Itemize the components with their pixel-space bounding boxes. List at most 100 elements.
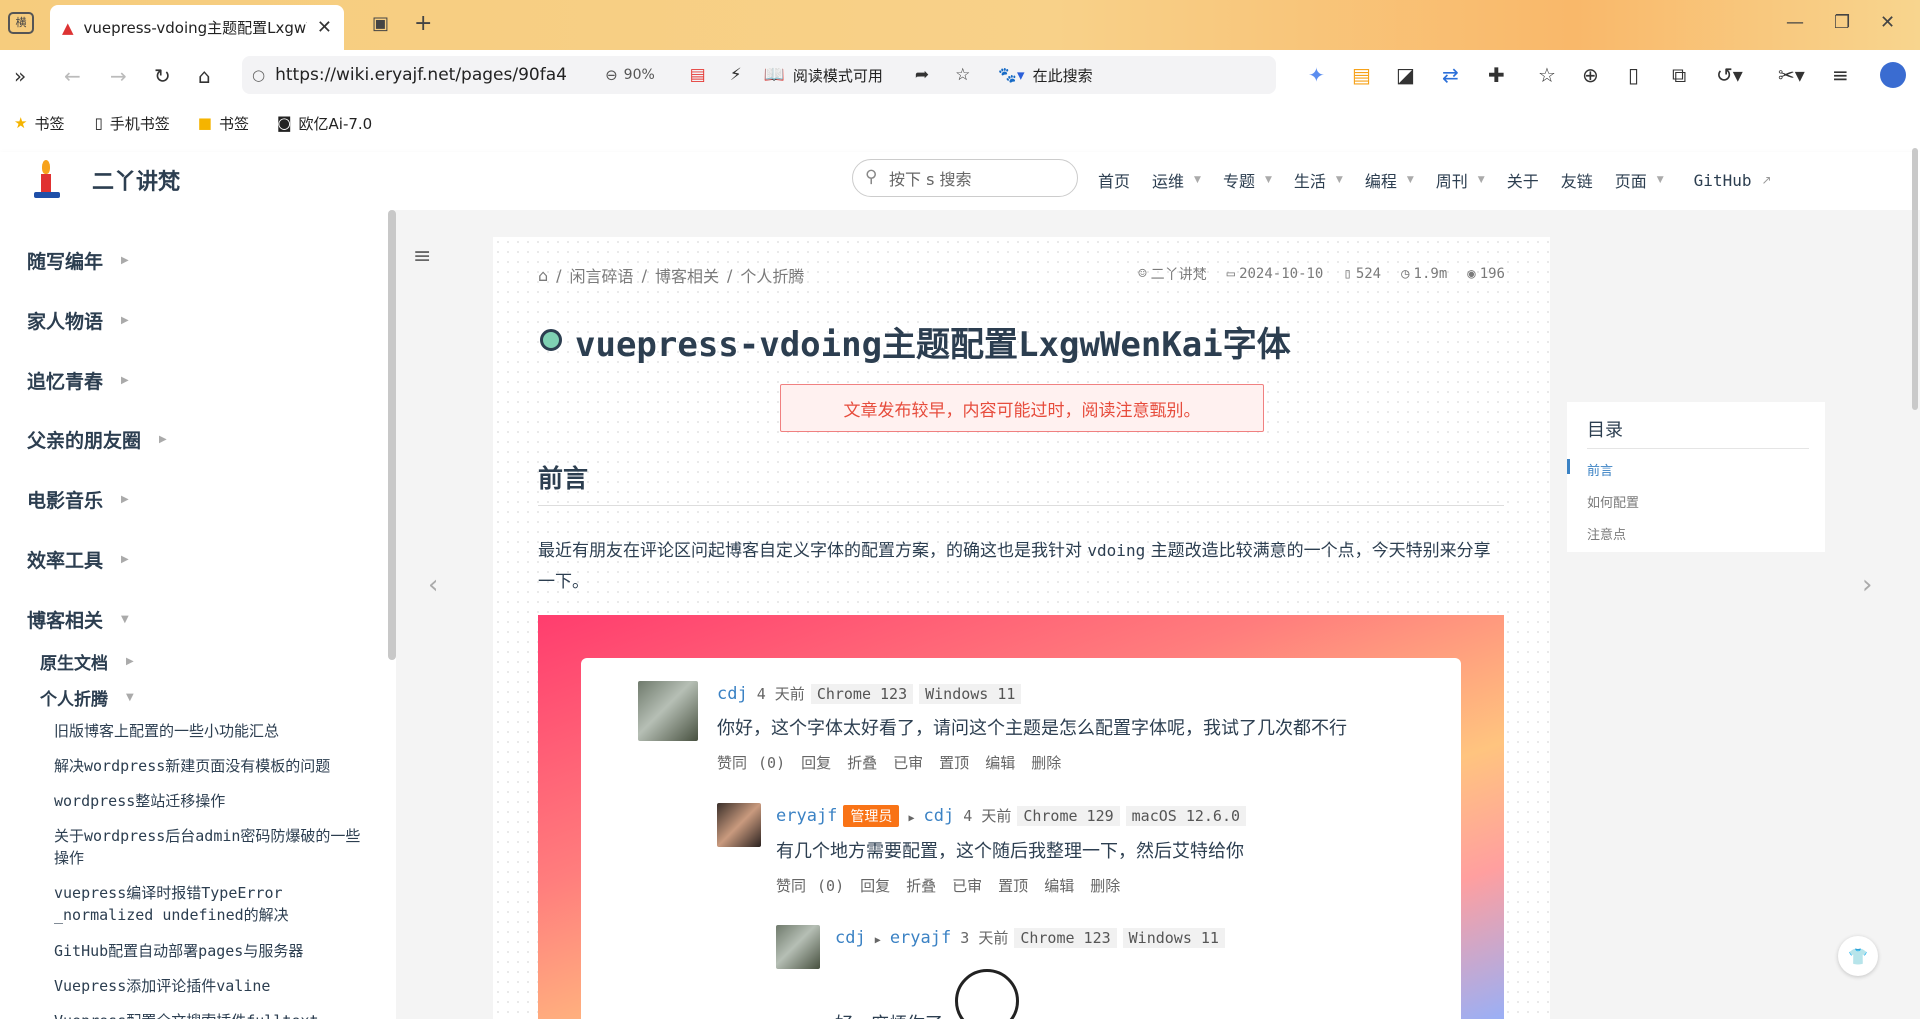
comment-user[interactable]: eryajf	[776, 806, 837, 826]
ai-assistant-icon[interactable]: ✦	[1308, 65, 1325, 85]
reply-action[interactable]: 回复	[860, 877, 890, 895]
minimize-icon[interactable]: —	[1786, 12, 1804, 33]
approved-action[interactable]: 已审	[893, 754, 923, 772]
sidebar-link[interactable]: 旧版博客上配置的一些小功能汇总	[54, 720, 374, 742]
sidebar-link[interactable]: Vuepress配置全文搜索插件fulltext	[54, 1010, 374, 1019]
edit-action[interactable]: 编辑	[985, 754, 1015, 772]
nav-home[interactable]: 首页	[1098, 168, 1130, 192]
browser-tab[interactable]: ▲ vuepress-vdoing主题配置LxgwWenKai字体 ✕	[50, 5, 344, 50]
sidebar-link[interactable]: 关于wordpress后台admin密码防爆破的一些操作	[54, 825, 374, 869]
home-icon[interactable]: ⌂	[198, 66, 211, 86]
sidebar-link[interactable]: 解决wordpress新建页面没有模板的问题	[54, 755, 374, 777]
theme-tshirt-icon[interactable]: 👕	[1838, 936, 1878, 976]
nav-friends[interactable]: 友链	[1561, 168, 1593, 192]
comment-user[interactable]: cdj	[835, 928, 866, 948]
pin-action[interactable]: 置顶	[939, 754, 969, 772]
menu-icon[interactable]: ≡	[1832, 65, 1849, 85]
author[interactable]: ☺ 二丫讲梵	[1138, 264, 1206, 284]
back-icon[interactable]: ←	[64, 66, 81, 86]
bookmark-item[interactable]: ★ 书签	[14, 113, 64, 134]
sidebar-group[interactable]: 效率工具 ▶	[27, 546, 129, 573]
sidebar-subgroup-active[interactable]: 个人折腾 ▼	[40, 685, 134, 710]
toc-item[interactable]: 如何配置	[1587, 492, 1639, 511]
tab-close-icon[interactable]: ✕	[317, 17, 332, 38]
approved-action[interactable]: 已审	[952, 877, 982, 895]
restore-icon[interactable]: ❐	[1834, 12, 1850, 33]
browser-search-input[interactable]: 在此搜索	[1033, 65, 1093, 86]
nav-topics[interactable]: 专题 ▼	[1223, 168, 1272, 192]
sidebar-group[interactable]: 追忆青春 ▶	[27, 367, 129, 394]
delete-action[interactable]: 删除	[1031, 754, 1061, 772]
more-double-chevron-icon[interactable]: »	[14, 66, 26, 86]
site-logo-candle-icon[interactable]	[32, 160, 60, 200]
delete-action[interactable]: 删除	[1090, 877, 1120, 895]
nav-about[interactable]: 关于	[1507, 168, 1539, 192]
bookmark-item[interactable]: ◙ 欧亿Ai-7.0	[277, 113, 372, 134]
sidebar-group-blog[interactable]: 博客相关 ▼	[27, 606, 129, 633]
profile-avatar-icon[interactable]	[1880, 62, 1906, 88]
bookmark-item[interactable]: ■ 书签	[198, 113, 249, 134]
forward-icon[interactable]: →	[110, 66, 127, 86]
translate-icon[interactable]: ⇄	[1442, 65, 1459, 85]
sidebar-group[interactable]: 随写编年 ▶	[27, 247, 129, 274]
toc-item[interactable]: 注意点	[1587, 524, 1626, 543]
toc-item-active[interactable]: 前言	[1587, 460, 1613, 479]
cut-icon[interactable]: ✂▾	[1778, 65, 1805, 85]
downloads-icon[interactable]: ⊕	[1582, 65, 1599, 85]
zoom-icon[interactable]: ⊖	[605, 66, 618, 84]
address-bar[interactable]: ○ https://wiki.eryajf.net/pages/90fa4 ⊖ …	[242, 56, 1276, 94]
search-engine-icon[interactable]: 🐾▾	[998, 66, 1024, 84]
nav-pages[interactable]: 页面 ▼	[1615, 168, 1664, 192]
lightning-icon[interactable]: ⚡	[730, 65, 742, 85]
sidebar-link[interactable]: Vuepress添加评论插件valine	[54, 975, 374, 997]
share-icon[interactable]: ➦	[915, 65, 929, 85]
site-search-input[interactable]: ⚲ 按下 s 搜索	[852, 159, 1078, 197]
breadcrumb-item[interactable]: 个人折腾	[740, 263, 804, 287]
bookmark-item[interactable]: ▯ 手机书签	[94, 113, 169, 134]
tabs-icon[interactable]: ⧉	[1672, 65, 1686, 85]
nav-weekly[interactable]: 周刊 ▼	[1436, 168, 1485, 192]
favorites-icon[interactable]: ☆	[1538, 65, 1556, 85]
favorite-add-icon[interactable]: ☆	[955, 65, 970, 85]
next-page-icon[interactable]: ›	[1862, 570, 1872, 600]
site-title[interactable]: 二丫讲梵	[92, 164, 180, 196]
collection-icon[interactable]: ▤	[1352, 65, 1371, 85]
tab-group-icon[interactable]: ▣	[372, 13, 389, 34]
home-icon[interactable]: ⌂	[538, 266, 548, 285]
collapse-action[interactable]: 折叠	[906, 877, 936, 895]
screenshot-tool-icon[interactable]: ◪	[1396, 65, 1415, 85]
reload-icon[interactable]: ↻	[154, 66, 171, 86]
sidebar-group[interactable]: 电影音乐 ▶	[27, 486, 129, 513]
window-close-icon[interactable]: ✕	[1880, 12, 1895, 33]
sidebar-subgroup[interactable]: 原生文档 ▶	[40, 649, 134, 674]
sidebar-link[interactable]: vuepress编译时报错TypeError _normalized undef…	[54, 882, 374, 926]
nav-ops[interactable]: 运维 ▼	[1152, 168, 1201, 192]
comment-user[interactable]: cdj	[717, 684, 748, 704]
reader-mode-icon[interactable]: 📖	[764, 65, 785, 85]
like-action[interactable]: 赞同 (0)	[717, 754, 785, 772]
url-text[interactable]: https://wiki.eryajf.net/pages/90fa4	[275, 65, 605, 85]
breadcrumb-item[interactable]: 博客相关	[655, 263, 719, 287]
sidebar-scrollbar[interactable]	[388, 210, 396, 660]
like-action[interactable]: 赞同 (0)	[776, 877, 844, 895]
reply-action[interactable]: 回复	[801, 754, 831, 772]
sidebar-group[interactable]: 家人物语 ▶	[27, 307, 129, 334]
sidebar-link[interactable]: GitHub配置自动部署pages与服务器	[54, 940, 374, 962]
notes-icon[interactable]: ▤	[690, 65, 706, 85]
history-icon[interactable]: ↺▾	[1716, 65, 1743, 85]
sidebar-toggle-icon[interactable]: 横	[8, 12, 34, 34]
sidebar-toggle-menu-icon[interactable]: ≡	[413, 244, 431, 269]
collapse-action[interactable]: 折叠	[847, 754, 877, 772]
breadcrumb-item[interactable]: 闲言碎语	[570, 263, 634, 287]
sidebar-link[interactable]: wordpress整站迁移操作	[54, 790, 374, 812]
reader-mode-label[interactable]: 阅读模式可用	[793, 65, 903, 86]
page-scrollbar[interactable]	[1912, 148, 1918, 410]
mobile-icon[interactable]: ▯	[1628, 65, 1639, 85]
sidebar-group[interactable]: 父亲的朋友圈 ▶	[27, 426, 167, 453]
zoom-level[interactable]: 90%	[624, 67, 682, 83]
edit-action[interactable]: 编辑	[1044, 877, 1074, 895]
nav-coding[interactable]: 编程 ▼	[1365, 168, 1414, 192]
nav-github[interactable]: GitHub ↗	[1694, 168, 1772, 192]
new-tab-icon[interactable]: +	[414, 11, 432, 36]
extensions-icon[interactable]: ✚	[1488, 65, 1505, 85]
